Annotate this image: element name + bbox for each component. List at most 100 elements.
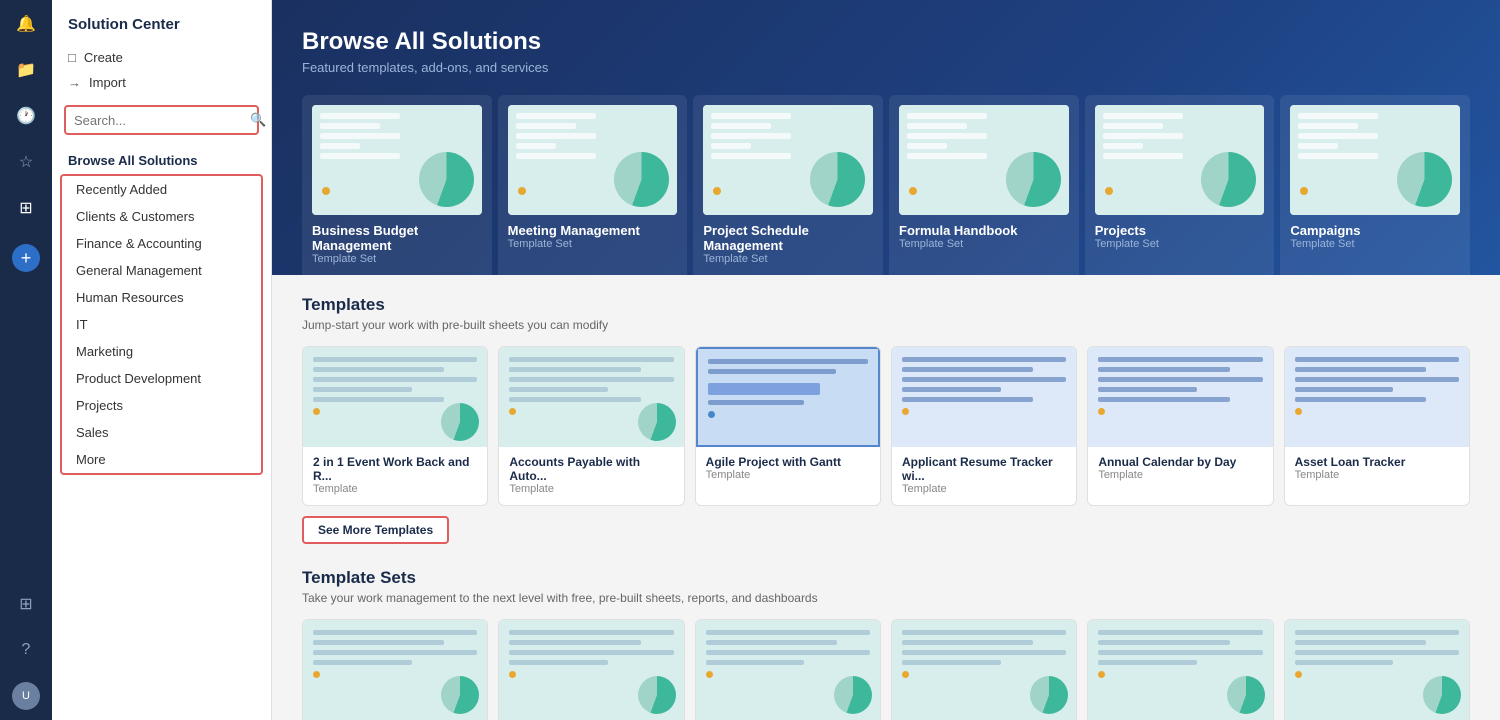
add-button[interactable]: + bbox=[12, 244, 40, 272]
featured-card-name-3: Formula Handbook bbox=[899, 223, 1069, 238]
featured-card-thumb-0 bbox=[312, 105, 482, 215]
template-card-name-4: Annual Calendar by Day bbox=[1098, 455, 1262, 469]
hero-title: Browse All Solutions bbox=[302, 28, 1470, 56]
template-card-name-1: Accounts Payable with Auto... bbox=[509, 455, 673, 483]
template-sets-cards-row: Coronavirus Preparedness Template Set bbox=[302, 619, 1470, 720]
sidebar-item-more[interactable]: More bbox=[62, 446, 261, 473]
sidebar-menu: Recently Added Clients & Customers Finan… bbox=[60, 174, 263, 475]
template-card-1[interactable]: Accounts Payable with Auto... Template bbox=[498, 346, 684, 506]
template-set-card-thumb-1 bbox=[499, 620, 683, 720]
templates-cards-row: 2 in 1 Event Work Back and R... Template bbox=[302, 346, 1470, 506]
import-action[interactable]: → Import bbox=[52, 70, 271, 95]
left-icon-nav: 🔔 📁 🕐 ☆ ⊞ + ⊞ ? U bbox=[0, 0, 52, 720]
sidebar-title: Solution Center bbox=[52, 16, 271, 45]
avatar[interactable]: U bbox=[12, 682, 40, 710]
help-icon[interactable]: ? bbox=[12, 636, 40, 664]
sidebar-item-human-resources[interactable]: Human Resources bbox=[62, 284, 261, 311]
template-card-type-0: Template bbox=[313, 483, 477, 495]
featured-card-name-5: Campaigns bbox=[1290, 223, 1460, 238]
sidebar-item-general-management[interactable]: General Management bbox=[62, 257, 261, 284]
sidebar-item-sales[interactable]: Sales bbox=[62, 419, 261, 446]
clock-icon[interactable]: 🕐 bbox=[12, 102, 40, 130]
create-label: Create bbox=[84, 50, 123, 65]
featured-card-5[interactable]: Campaigns Template Set bbox=[1280, 95, 1470, 275]
star-icon[interactable]: ☆ bbox=[12, 148, 40, 176]
featured-card-type-0: Template Set bbox=[312, 253, 482, 265]
template-card-thumb-1 bbox=[499, 347, 683, 447]
template-card-thumb-0 bbox=[303, 347, 487, 447]
template-card-thumb-3 bbox=[892, 347, 1076, 447]
search-box: 🔍 bbox=[64, 105, 259, 135]
template-set-card-3[interactable]: Business Budget Management Template Set bbox=[891, 619, 1077, 720]
search-icon: 🔍 bbox=[250, 112, 266, 128]
template-card-name-3: Applicant Resume Tracker wi... bbox=[902, 455, 1066, 483]
template-card-type-3: Template bbox=[902, 483, 1066, 495]
template-set-card-4[interactable]: Client Implementation Template Set bbox=[1087, 619, 1273, 720]
featured-card-4[interactable]: Projects Template Set bbox=[1085, 95, 1275, 275]
browse-all-label: Browse All Solutions bbox=[52, 145, 271, 174]
template-card-5[interactable]: Asset Loan Tracker Template bbox=[1284, 346, 1470, 506]
grid-icon[interactable]: ⊞ bbox=[12, 590, 40, 618]
sidebar-item-clients-customers[interactable]: Clients & Customers bbox=[62, 203, 261, 230]
template-card-name-0: 2 in 1 Event Work Back and R... bbox=[313, 455, 477, 483]
hero-section: Browse All Solutions Featured templates,… bbox=[272, 0, 1500, 275]
sidebar-item-projects[interactable]: Projects bbox=[62, 392, 261, 419]
template-card-0[interactable]: 2 in 1 Event Work Back and R... Template bbox=[302, 346, 488, 506]
template-card-type-4: Template bbox=[1098, 469, 1262, 481]
apps-icon[interactable]: ⊞ bbox=[12, 194, 40, 222]
bell-icon[interactable]: 🔔 bbox=[12, 10, 40, 38]
featured-card-0[interactable]: Business Budget Management Template Set bbox=[302, 95, 492, 275]
template-card-type-5: Template bbox=[1295, 469, 1459, 481]
featured-card-thumb-5 bbox=[1290, 105, 1460, 215]
featured-card-1[interactable]: Meeting Management Template Set bbox=[498, 95, 688, 275]
template-sets-subtitle: Take your work management to the next le… bbox=[302, 591, 1470, 605]
featured-card-2[interactable]: Project Schedule Management Template Set bbox=[693, 95, 883, 275]
template-set-card-thumb-0 bbox=[303, 620, 487, 720]
template-sets-title: Template Sets bbox=[302, 568, 1470, 588]
template-set-card-thumb-2 bbox=[696, 620, 880, 720]
featured-card-type-4: Template Set bbox=[1095, 238, 1265, 250]
see-more-templates-button[interactable]: See More Templates bbox=[302, 516, 449, 544]
featured-card-type-5: Template Set bbox=[1290, 238, 1460, 250]
template-set-card-0[interactable]: Coronavirus Preparedness Template Set bbox=[302, 619, 488, 720]
template-set-card-5[interactable]: Construction and Facilities M... Templat… bbox=[1284, 619, 1470, 720]
featured-card-3[interactable]: Formula Handbook Template Set bbox=[889, 95, 1079, 275]
featured-card-type-1: Template Set bbox=[508, 238, 678, 250]
main-content: Browse All Solutions Featured templates,… bbox=[272, 0, 1500, 720]
hero-subtitle: Featured templates, add-ons, and service… bbox=[302, 60, 1470, 75]
template-card-thumb-2 bbox=[696, 347, 880, 447]
import-icon: → bbox=[68, 75, 81, 90]
template-set-card-1[interactable]: Asset Management Template Set bbox=[498, 619, 684, 720]
template-card-4[interactable]: Annual Calendar by Day Template bbox=[1087, 346, 1273, 506]
import-label: Import bbox=[89, 75, 126, 90]
featured-card-name-1: Meeting Management bbox=[508, 223, 678, 238]
sidebar-item-it[interactable]: IT bbox=[62, 311, 261, 338]
featured-card-type-2: Template Set bbox=[703, 253, 873, 265]
template-sets-section: Template Sets Take your work management … bbox=[302, 568, 1470, 720]
folder-icon[interactable]: 📁 bbox=[12, 56, 40, 84]
content-body: Templates Jump-start your work with pre-… bbox=[272, 275, 1500, 720]
featured-card-thumb-2 bbox=[703, 105, 873, 215]
template-set-card-2[interactable]: Agile Backlog and Sprint Plan... Templat… bbox=[695, 619, 881, 720]
featured-card-type-3: Template Set bbox=[899, 238, 1069, 250]
templates-section-subtitle: Jump-start your work with pre-built shee… bbox=[302, 318, 1470, 332]
sidebar-item-recently-added[interactable]: Recently Added bbox=[62, 176, 261, 203]
featured-card-name-2: Project Schedule Management bbox=[703, 223, 873, 253]
sidebar-item-finance-accounting[interactable]: Finance & Accounting bbox=[62, 230, 261, 257]
featured-card-name-0: Business Budget Management bbox=[312, 223, 482, 253]
sidebar: Solution Center □ Create → Import 🔍 Brow… bbox=[52, 0, 272, 720]
template-card-thumb-4 bbox=[1088, 347, 1272, 447]
template-set-card-thumb-4 bbox=[1088, 620, 1272, 720]
search-input[interactable] bbox=[74, 113, 250, 128]
sidebar-item-marketing[interactable]: Marketing bbox=[62, 338, 261, 365]
template-card-3[interactable]: Applicant Resume Tracker wi... Template bbox=[891, 346, 1077, 506]
featured-card-thumb-1 bbox=[508, 105, 678, 215]
sidebar-item-product-development[interactable]: Product Development bbox=[62, 365, 261, 392]
templates-section-title: Templates bbox=[302, 295, 1470, 315]
template-set-card-thumb-3 bbox=[892, 620, 1076, 720]
template-card-name-5: Asset Loan Tracker bbox=[1295, 455, 1459, 469]
template-card-type-1: Template bbox=[509, 483, 673, 495]
create-action[interactable]: □ Create bbox=[52, 45, 271, 70]
templates-section: Templates Jump-start your work with pre-… bbox=[302, 295, 1470, 544]
template-card-2[interactable]: Agile Project with Gantt Template bbox=[695, 346, 881, 506]
